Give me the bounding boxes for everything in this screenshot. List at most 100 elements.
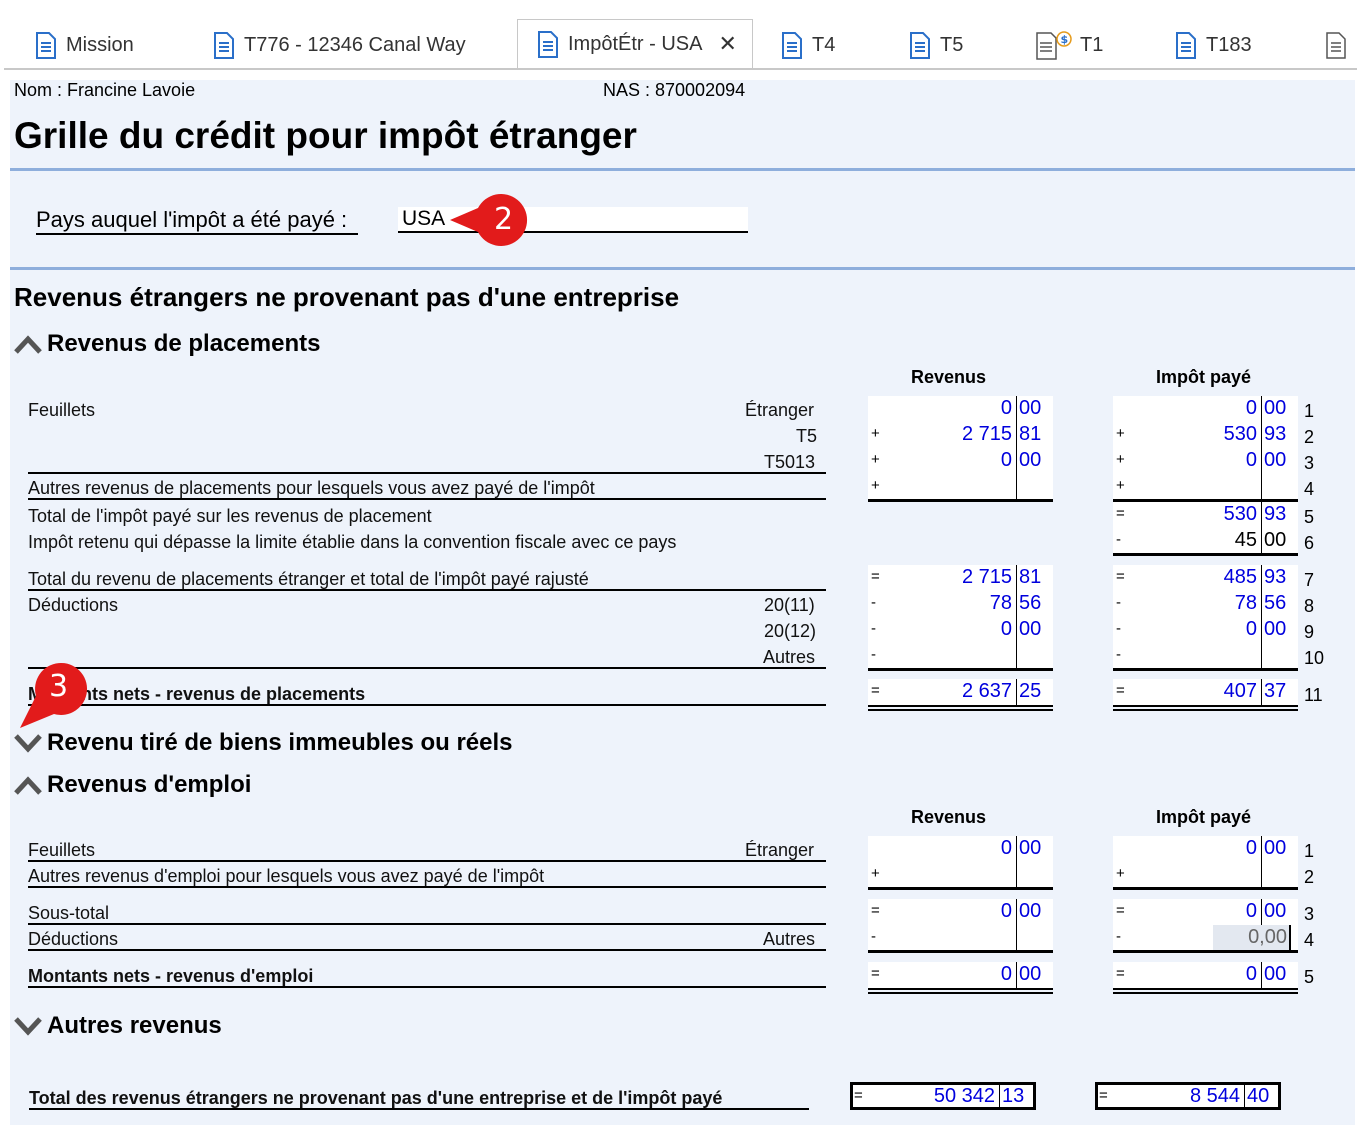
tax-field-cents: 56 <box>1264 592 1287 614</box>
tab-t5[interactable]: T5 <box>910 20 963 70</box>
field-separator <box>1016 679 1017 705</box>
tax-field-1[interactable]: 0 00 <box>1113 396 1298 424</box>
field-underline <box>1113 705 1298 707</box>
emploi-tax-field-4[interactable]: - 0,00 <box>1113 925 1298 953</box>
rev-field-1[interactable]: 0 00 <box>868 396 1053 424</box>
field-separator <box>1016 962 1017 988</box>
row-underline <box>28 704 826 706</box>
field-separator <box>1016 899 1017 925</box>
tax-field-3[interactable]: + 0 00 <box>1113 448 1298 476</box>
country-label-underline <box>36 233 358 235</box>
callout-number: 2 <box>494 202 514 237</box>
rev-field-3[interactable]: + 0 00 <box>868 448 1053 476</box>
label-sous-total: Sous-total <box>28 903 110 923</box>
close-icon[interactable]: ✕ <box>718 31 736 57</box>
rev-field-10[interactable]: - <box>868 643 1053 671</box>
field-separator <box>999 1085 1000 1107</box>
rev-field-cents: 81 <box>1019 423 1042 445</box>
label-feuillets: Feuillets <box>28 400 96 420</box>
emploi-rev-field-2[interactable]: + <box>868 862 1053 890</box>
field-underline <box>1113 887 1298 890</box>
tab-bar: Mission T776 - 12346 Canal Way ImpôtÉtr … <box>0 0 1357 71</box>
label-montants-nets-emploi: Montants nets - revenus d'emploi <box>28 966 314 986</box>
tax-field-9[interactable]: - 0 00 <box>1113 617 1298 645</box>
tax-field-cents: 00 <box>1264 449 1287 471</box>
col-header-impot: Impôt payé <box>1156 807 1252 827</box>
emploi-tax-field-3[interactable]: = 0 00 <box>1113 899 1298 927</box>
chevron-up-icon[interactable] <box>14 774 42 796</box>
total-rev-field[interactable]: = 50 342 13 <box>850 1082 1036 1110</box>
tax-field-11[interactable]: = 407 37 <box>1113 679 1298 711</box>
tab-t183[interactable]: T183 <box>1176 20 1252 70</box>
page-title: Grille du crédit pour impôt étranger <box>14 115 637 156</box>
rev-field-7[interactable]: = 2 715 81 <box>868 565 1053 593</box>
tab-mission[interactable]: Mission <box>36 20 134 70</box>
tab-t1[interactable]: $ T1 <box>1036 20 1103 70</box>
tax-field-10[interactable]: - <box>1113 643 1298 671</box>
tax-field-cents: 00 <box>1264 618 1287 640</box>
tax-field-dollars: 485 <box>1223 566 1257 588</box>
tax-field-8[interactable]: - 78 56 <box>1113 591 1298 619</box>
field-separator <box>1261 836 1262 862</box>
emploi-rev-field-3[interactable]: = 0 00 <box>868 899 1053 927</box>
row-underline <box>28 589 826 591</box>
tab-impotetr-usa[interactable]: ImpôtÉtr - USA ✕ <box>517 19 753 70</box>
rev-field-4[interactable]: + <box>868 474 1053 502</box>
tax-field-dollars: 530 <box>1223 423 1257 445</box>
tax-field-6[interactable]: - 45 00 <box>1113 528 1298 556</box>
total-tax-field[interactable]: = 8 544 40 <box>1095 1082 1281 1110</box>
chevron-down-icon[interactable] <box>14 732 42 754</box>
total-rev-dollars: 50 342 <box>933 1085 995 1107</box>
label-autres-revenus: Autres revenus de placements pour lesque… <box>28 478 595 498</box>
rev-field-cents: 00 <box>1019 900 1042 922</box>
tax-field-4[interactable]: + <box>1113 474 1298 502</box>
tax-field-dollars: 45 <box>1234 529 1257 551</box>
tab-more[interactable] <box>1326 20 1356 70</box>
callout-marker-2: 2 <box>448 192 540 250</box>
sign-minus: - <box>1116 646 1121 663</box>
tax-field-dollars: 0 <box>1245 397 1257 419</box>
tax-field-cents: 00 <box>1264 963 1287 985</box>
rev-field-cents: 00 <box>1019 963 1042 985</box>
sign-plus: + <box>871 477 880 494</box>
line-number: 10 <box>1304 648 1325 668</box>
field-separator <box>1261 899 1262 925</box>
tab-t776[interactable]: T776 - 12346 Canal Way <box>214 20 466 70</box>
label-20-12: 20(12) <box>764 621 817 641</box>
tax-field-2[interactable]: + 530 93 <box>1113 422 1298 450</box>
chevron-up-icon[interactable] <box>14 333 42 355</box>
rev-field-dollars: 0 <box>1000 837 1012 859</box>
country-rule <box>10 267 1355 270</box>
autres-revenus-title: Autres revenus <box>47 1012 222 1039</box>
label-autres: Autres <box>763 647 816 667</box>
rev-field-9[interactable]: - 0 00 <box>868 617 1053 645</box>
tab-t4[interactable]: T4 <box>782 20 835 70</box>
emploi-tax-field-5[interactable]: = 0 00 <box>1113 962 1298 994</box>
tax-field-7[interactable]: = 485 93 <box>1113 565 1298 593</box>
chevron-down-icon[interactable] <box>14 1015 42 1037</box>
label-deductions: Déductions <box>28 595 119 615</box>
field-underline <box>1113 950 1298 953</box>
emploi-tax-field-1[interactable]: 0 00 <box>1113 836 1298 864</box>
rev-field-cents: 81 <box>1019 566 1042 588</box>
emploi-rev-field-1[interactable]: 0 00 <box>868 836 1053 864</box>
rev-field-8[interactable]: - 78 56 <box>868 591 1053 619</box>
field-double-underline <box>1113 992 1298 994</box>
line-number: 4 <box>1304 479 1315 499</box>
emploi-rev-field-5[interactable]: = 0 00 <box>868 962 1053 994</box>
field-underline <box>1113 988 1298 990</box>
tab-label: T5 <box>940 33 964 56</box>
field-separator <box>1261 617 1262 643</box>
label-total-rajuste: Total du revenu de placements étranger e… <box>28 569 589 589</box>
rev-field-2[interactable]: + 2 715 81 <box>868 422 1053 450</box>
tax-field-cents: 00 <box>1264 529 1287 551</box>
emploi-rev-field-4[interactable]: - <box>868 925 1053 953</box>
emploi-tax-field-2[interactable]: + <box>1113 862 1298 890</box>
tax-field-dollars: 407 <box>1223 680 1257 702</box>
field-separator <box>1016 565 1017 591</box>
rev-field-11[interactable]: = 2 637 25 <box>868 679 1053 711</box>
line-number: 5 <box>1304 967 1315 987</box>
row-underline <box>28 860 826 862</box>
row-underline <box>28 923 826 925</box>
tax-field-5[interactable]: = 530 93 <box>1113 502 1298 530</box>
